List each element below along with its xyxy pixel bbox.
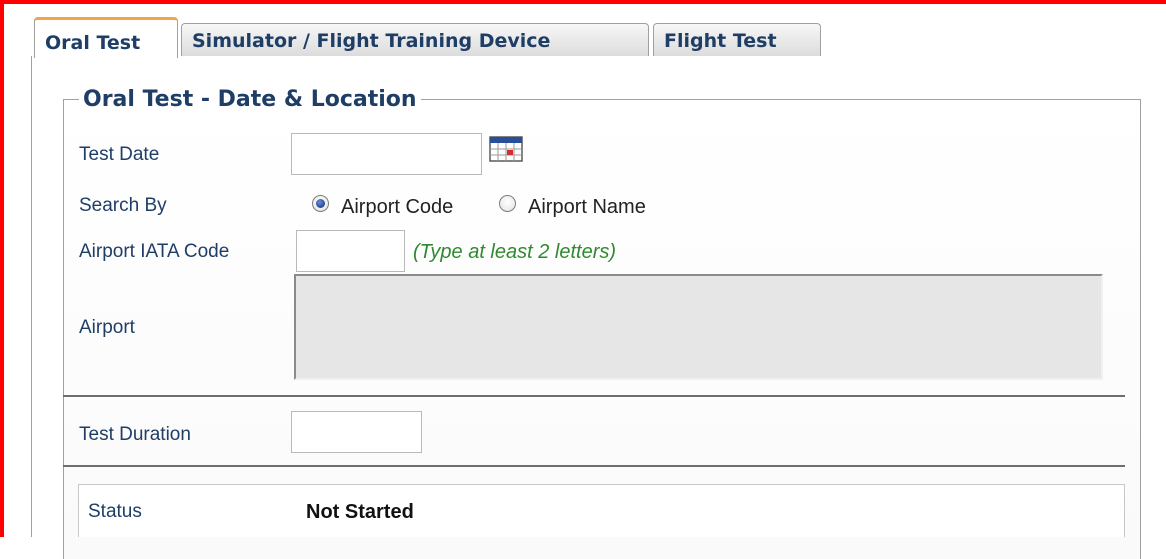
airport-display-box [294, 274, 1103, 380]
status-value: Not Started [306, 501, 414, 523]
calendar-icon[interactable] [489, 136, 523, 162]
test-date-input[interactable] [291, 133, 482, 175]
airport-name-radio-label[interactable]: Airport Name [528, 195, 646, 219]
airport-name-radio[interactable] [499, 195, 516, 212]
airport-iata-hint: (Type at least 2 letters) [413, 241, 617, 263]
airport-iata-label: Airport IATA Code [79, 241, 230, 262]
test-duration-input[interactable] [291, 411, 422, 453]
tab-bar: Oral Test Simulator / Flight Training De… [31, 17, 1166, 58]
tab-flight-test[interactable]: Flight Test [653, 23, 821, 56]
search-by-label: Search By [79, 195, 167, 216]
test-duration-label: Test Duration [79, 424, 191, 445]
divider [63, 465, 1125, 467]
airport-code-radio-label[interactable]: Airport Code [341, 195, 453, 219]
airport-iata-input[interactable] [296, 230, 405, 272]
fieldset-legend: Oral Test - Date & Location [79, 85, 421, 115]
airport-code-radio[interactable] [312, 195, 329, 212]
airport-label: Airport [79, 317, 135, 338]
divider [63, 395, 1125, 397]
test-date-label: Test Date [79, 144, 160, 165]
status-label: Status [88, 501, 142, 522]
tab-simulator-ftd[interactable]: Simulator / Flight Training Device [181, 23, 649, 56]
tab-oral-test[interactable]: Oral Test [34, 17, 178, 58]
status-box [78, 484, 1125, 537]
